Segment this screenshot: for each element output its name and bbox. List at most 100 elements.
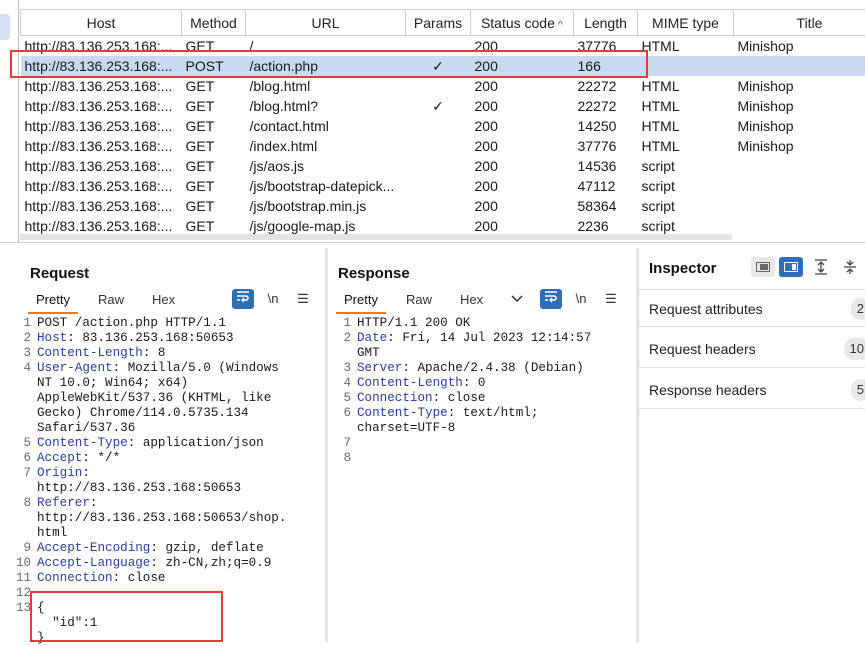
inspector-panel: Inspector Request attributes 2 Request h… [638, 248, 865, 642]
history-row[interactable]: http://83.136.253.168:...GET/blog.html?✓… [21, 96, 865, 116]
history-row[interactable]: http://83.136.253.168:...GET/index.html2… [21, 136, 865, 156]
cell-mime-type: script [638, 156, 734, 176]
code-line: Safari/537.36 [37, 421, 135, 436]
cell-status: 200 [471, 196, 574, 216]
cell-mime-type [638, 56, 734, 76]
cell-mime-type: HTML [638, 116, 734, 136]
inspector-section-response-headers[interactable]: Response headers 5 [639, 371, 865, 409]
column-header-length[interactable]: Length [574, 10, 638, 36]
column-header-title[interactable]: Title [734, 10, 865, 36]
wrap-lines-icon [543, 289, 559, 303]
inspector-section-request-attributes[interactable]: Request attributes 2 [639, 289, 865, 327]
code-line: User-Agent: Mozilla/5.0 (Windows [37, 361, 279, 376]
header-name: Host [37, 331, 67, 345]
header-name: Origin [37, 466, 82, 480]
line-number: 6 [16, 451, 31, 466]
response-tab-hex[interactable]: Hex [452, 288, 491, 312]
cell-status: 200 [471, 216, 574, 236]
line-number: 9 [16, 541, 31, 556]
response-inspector-splitter[interactable] [636, 248, 638, 642]
code-line: Host: 83.136.253.168:50653 [37, 331, 234, 346]
response-tab-raw[interactable]: Raw [398, 288, 440, 312]
cell-title [734, 56, 865, 76]
code-text: NT 10.0; Win64; x64) [37, 376, 188, 390]
response-newline-toggle[interactable]: \n [570, 289, 592, 309]
history-row[interactable]: http://83.136.253.168:...GET/js/bootstra… [21, 196, 865, 216]
request-response-splitter[interactable] [325, 248, 328, 642]
request-title: Request [30, 265, 89, 282]
cell-params [406, 216, 471, 236]
history-row[interactable]: http://83.136.253.168:...GET/js/aos.js20… [21, 156, 865, 176]
section-label: Response headers [649, 382, 767, 398]
section-label: Request headers [649, 341, 756, 357]
inspector-layout-buttons [751, 257, 807, 277]
code-text: : zh-CN,zh;q=0.9 [150, 556, 271, 570]
cell-status: 200 [471, 96, 574, 116]
cell-host: http://83.136.253.168:... [21, 176, 182, 196]
line-number: 4 [16, 361, 31, 376]
column-header-status-code[interactable]: Status code^ [471, 10, 574, 36]
request-tab-hex[interactable]: Hex [144, 288, 183, 312]
column-header-params[interactable]: Params [406, 10, 471, 36]
request-tab-pretty[interactable]: Pretty [28, 288, 78, 314]
cell-status: 200 [471, 156, 574, 176]
code-text: : 8 [143, 346, 166, 360]
column-header-mime-type[interactable]: MIME type [638, 10, 734, 36]
horizontal-scrollbar[interactable] [20, 234, 732, 240]
inspector-layout-list-button[interactable] [751, 257, 775, 277]
code-line: http://83.136.253.168:50653/shop. [37, 511, 286, 526]
code-text: : application/json [128, 436, 264, 450]
request-tab-raw[interactable]: Raw [90, 288, 132, 312]
cell-params [406, 116, 471, 136]
response-editor[interactable]: 1HTTP/1.1 200 OK2Date: Fri, 14 Jul 2023 … [336, 316, 632, 646]
cell-length: 47112 [574, 176, 638, 196]
history-row[interactable]: http://83.136.253.168:...GET/js/bootstra… [21, 176, 865, 196]
response-more-chevron-down-icon[interactable] [506, 289, 528, 309]
line-number: 6 [336, 406, 351, 421]
wrap-lines-icon [235, 289, 251, 303]
cell-title: Minishop [734, 116, 865, 136]
request-newline-toggle[interactable]: \n [262, 289, 284, 309]
cell-method: GET [182, 136, 246, 156]
expand-all-icon[interactable] [813, 258, 831, 276]
column-label: Status code [481, 15, 555, 31]
cell-length: 37776 [574, 136, 638, 156]
cell-length: 22272 [574, 76, 638, 96]
header-name: Referer [37, 496, 90, 510]
cell-title [734, 176, 865, 196]
response-wrap-lines-button[interactable] [540, 289, 562, 309]
column-header-host[interactable]: Host [21, 10, 182, 36]
history-row[interactable]: http://83.136.253.168:...GET/contact.htm… [21, 116, 865, 136]
inspector-layout-panel-button[interactable] [779, 257, 803, 277]
history-header-row: Host Method URL Params Status code^ Leng… [21, 10, 865, 36]
history-row[interactable]: http://83.136.253.168:...GET/blog.html20… [21, 76, 865, 96]
cell-url: /blog.html? [246, 96, 406, 116]
cell-host: http://83.136.253.168:... [21, 216, 182, 236]
cell-host: http://83.136.253.168:... [21, 196, 182, 216]
cell-method: GET [182, 96, 246, 116]
column-header-url[interactable]: URL [246, 10, 406, 36]
request-wrap-lines-button[interactable] [232, 289, 254, 309]
response-menu-icon[interactable]: ☰ [600, 289, 622, 309]
cell-method: GET [182, 196, 246, 216]
cell-mime-type: script [638, 216, 734, 236]
cell-mime-type: HTML [638, 36, 734, 57]
inspector-section-request-headers[interactable]: Request headers 10 [639, 330, 865, 368]
cell-url: /blog.html [246, 76, 406, 96]
section-count-badge: 10 [844, 338, 865, 360]
code-line: Date: Fri, 14 Jul 2023 12:14:57 [357, 331, 591, 346]
code-text: GMT [357, 346, 380, 360]
collapse-all-icon[interactable] [842, 258, 860, 276]
line-number: 7 [16, 466, 31, 481]
line-number: 10 [16, 556, 31, 571]
request-menu-icon[interactable]: ☰ [292, 289, 314, 309]
column-header-method[interactable]: Method [182, 10, 246, 36]
cell-url: /js/aos.js [246, 156, 406, 176]
sidebar-selection-marker[interactable] [0, 14, 10, 40]
code-line: html [37, 526, 67, 541]
code-text: : [82, 466, 90, 480]
history-row[interactable]: http://83.136.253.168:...GET/js/google-m… [21, 216, 865, 236]
response-tab-pretty[interactable]: Pretty [336, 288, 386, 314]
code-text: charset=UTF-8 [357, 421, 455, 435]
cell-url: /js/google-map.js [246, 216, 406, 236]
